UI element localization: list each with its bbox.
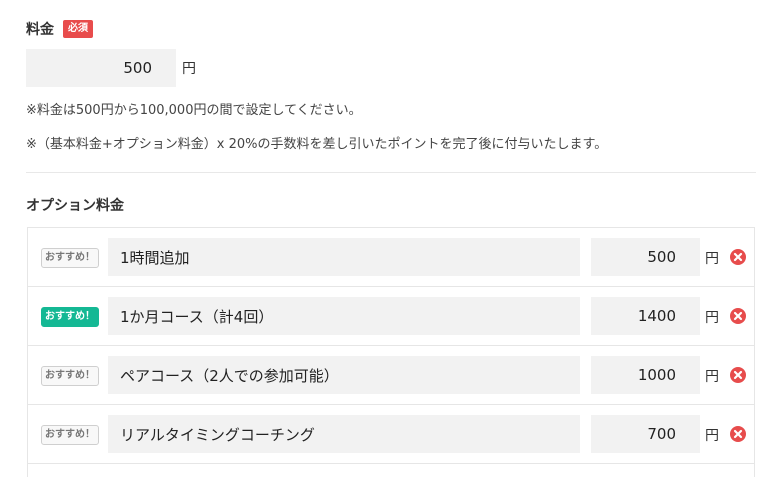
fee-range-note: ※料金は500円から100,000円の間で設定してください。 (26, 103, 362, 118)
option-unit: 円 (705, 310, 719, 326)
options-list: おすすめ！ 円 おすすめ！ 円 おすすめ！ 円 おすすめ！ 円 (27, 227, 755, 477)
option-unit: 円 (705, 251, 719, 267)
fee-label: 料金 (26, 22, 54, 38)
fee-commission-note: ※（基本料金+オプション料金）x 20%の手数料を差し引いたポイントを完了後に付… (26, 137, 608, 152)
option-row: おすすめ！ 円 (28, 287, 754, 346)
required-badge: 必須 (63, 20, 93, 38)
option-unit: 円 (705, 369, 719, 385)
close-circle-icon[interactable] (730, 426, 746, 442)
option-price-input[interactable] (591, 238, 700, 276)
options-title: オプション料金 (26, 198, 124, 214)
option-unit: 円 (705, 428, 719, 444)
close-circle-icon[interactable] (730, 308, 746, 324)
fee-price-input[interactable] (26, 49, 176, 87)
fee-label-row: 料金 必須 (26, 17, 93, 41)
option-row: おすすめ！ 円 (28, 405, 754, 464)
fee-unit: 円 (182, 61, 196, 77)
option-row: おすすめ！ 円 (28, 346, 754, 405)
recommend-toggle[interactable]: おすすめ！ (41, 425, 99, 445)
option-name-input[interactable] (108, 297, 580, 335)
recommend-toggle[interactable]: おすすめ！ (41, 307, 99, 327)
recommend-toggle[interactable]: おすすめ！ (41, 366, 99, 386)
option-price-input[interactable] (591, 297, 700, 335)
fee-price-row: 円 (26, 49, 196, 87)
option-price-input[interactable] (591, 415, 700, 453)
option-name-input[interactable] (108, 415, 580, 453)
close-circle-icon[interactable] (730, 249, 746, 265)
section-divider (26, 172, 756, 173)
option-row: おすすめ！ 円 (28, 228, 754, 287)
option-price-input[interactable] (591, 356, 700, 394)
option-name-input[interactable] (108, 238, 580, 276)
recommend-toggle[interactable]: おすすめ！ (41, 248, 99, 268)
close-circle-icon[interactable] (730, 367, 746, 383)
option-name-input[interactable] (108, 356, 580, 394)
